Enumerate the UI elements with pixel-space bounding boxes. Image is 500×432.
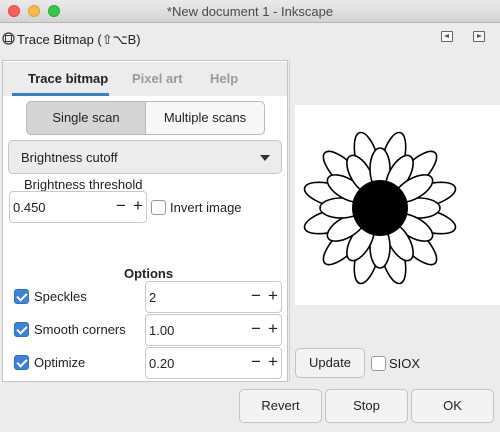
dock-right-icon[interactable] bbox=[473, 31, 485, 42]
plus-icon[interactable]: + bbox=[130, 191, 146, 223]
trace-preview bbox=[295, 105, 500, 305]
tab-pixel-art[interactable]: Pixel art bbox=[132, 71, 183, 86]
plus-icon[interactable]: + bbox=[265, 347, 281, 379]
window-titlebar: *New document 1 - Inkscape bbox=[0, 0, 500, 23]
flower-center-shape bbox=[352, 180, 408, 236]
dock-left-icon[interactable] bbox=[441, 31, 453, 42]
active-tab-indicator bbox=[12, 93, 109, 96]
tab-bar: Trace bitmap Pixel art Help bbox=[3, 62, 287, 96]
brightness-threshold-label: Brightness threshold bbox=[24, 177, 143, 192]
stop-button[interactable]: Stop bbox=[325, 389, 408, 423]
update-preview-button[interactable]: Update bbox=[295, 348, 365, 378]
siox-label: SIOX bbox=[389, 356, 421, 371]
optimize-checkbox[interactable] bbox=[14, 355, 29, 370]
smooth-corners-checkbox[interactable] bbox=[14, 322, 29, 337]
chevron-down-icon bbox=[260, 155, 270, 161]
smooth-corners-value[interactable]: 1.00 bbox=[149, 323, 174, 338]
multiple-scans-button[interactable]: Multiple scans bbox=[145, 101, 265, 135]
brightness-threshold-spinner[interactable]: 0.450 − + bbox=[9, 191, 147, 223]
single-scan-button[interactable]: Single scan bbox=[26, 101, 146, 135]
invert-image-label: Invert image bbox=[170, 200, 242, 215]
dialog-title: Trace Bitmap (⇧⌥B) bbox=[17, 32, 141, 47]
window-title: *New document 1 - Inkscape bbox=[166, 4, 334, 19]
ok-button[interactable]: OK bbox=[411, 389, 494, 423]
options-heading: Options bbox=[124, 266, 174, 281]
revert-button[interactable]: Revert bbox=[239, 389, 322, 423]
flower-preview-image bbox=[303, 131, 457, 285]
minus-icon[interactable]: − bbox=[248, 281, 264, 313]
trace-mode-dropdown[interactable]: Brightness cutoff bbox=[8, 140, 282, 174]
siox-checkbox[interactable] bbox=[371, 356, 386, 371]
minus-icon[interactable]: − bbox=[113, 191, 129, 223]
minus-icon[interactable]: − bbox=[248, 314, 264, 346]
plus-icon[interactable]: + bbox=[265, 314, 281, 346]
trace-mode-value: Brightness cutoff bbox=[21, 150, 118, 165]
optimize-label: Optimize bbox=[34, 355, 86, 370]
dialog-header: Trace Bitmap (⇧⌥B) bbox=[0, 23, 500, 55]
speckles-label: Speckles bbox=[34, 289, 87, 304]
plus-icon[interactable]: + bbox=[265, 281, 281, 313]
optimize-value[interactable]: 0.20 bbox=[149, 356, 174, 371]
speckles-value[interactable]: 2 bbox=[149, 290, 156, 305]
invert-image-checkbox[interactable] bbox=[151, 200, 166, 215]
trace-bitmap-icon bbox=[2, 32, 15, 45]
tab-trace-bitmap[interactable]: Trace bitmap bbox=[28, 71, 108, 86]
tab-help[interactable]: Help bbox=[210, 71, 238, 86]
smooth-corners-label: Smooth corners bbox=[34, 322, 126, 337]
smooth-corners-spinner[interactable]: 1.00 − + bbox=[145, 314, 282, 346]
speckles-checkbox[interactable] bbox=[14, 289, 29, 304]
brightness-threshold-value[interactable]: 0.450 bbox=[13, 200, 46, 215]
minus-icon[interactable]: − bbox=[248, 347, 264, 379]
speckles-spinner[interactable]: 2 − + bbox=[145, 281, 282, 313]
panel-divider bbox=[289, 60, 290, 382]
optimize-spinner[interactable]: 0.20 − + bbox=[145, 347, 282, 379]
